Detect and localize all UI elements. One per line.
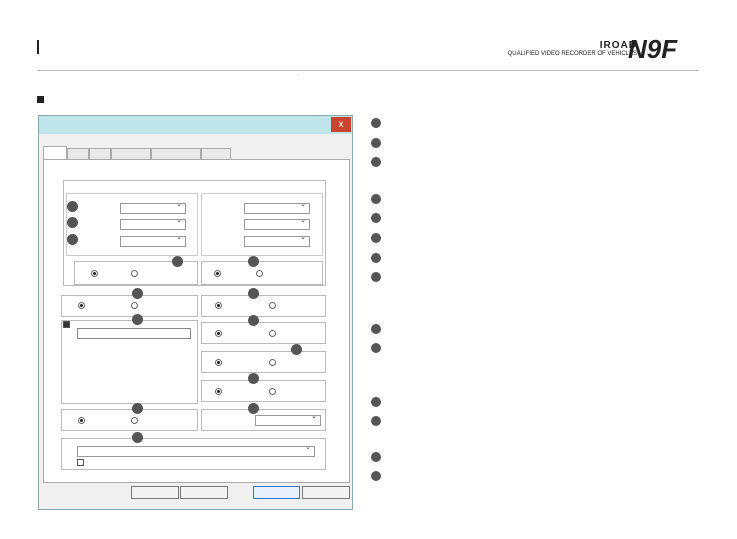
legend-badge [371,471,381,481]
legend-badge [371,213,381,223]
callout-badge [67,234,78,245]
option-g-radio-on[interactable] [215,388,222,395]
tiny-mark: · [298,73,300,79]
legend-badge [371,118,381,128]
option-c-radio-on[interactable] [78,302,85,309]
option-f-radio-off[interactable] [269,359,276,366]
rear-select-2[interactable] [244,216,310,230]
option-d-radio-on[interactable] [215,302,222,309]
rear-select-3[interactable] [244,233,310,247]
callout-badge [248,373,259,384]
front-select-3[interactable] [120,233,186,247]
option-a-radio-on[interactable] [91,270,98,277]
tab-6[interactable] [201,148,231,159]
option-c-radio-off[interactable] [131,302,138,309]
legend-badge [371,253,381,263]
option-h-radio-on[interactable] [78,417,85,424]
callout-badge [132,314,143,325]
header-divider [37,70,699,71]
callout-badge [172,256,183,267]
option-e-radio-on[interactable] [215,330,222,337]
callout-badge [132,432,143,443]
brand-tagline: QUALIFIED VIDEO RECORDER OF VEHICLES [507,51,637,57]
callout-badge [248,288,259,299]
list-enable-checkbox[interactable] [63,321,70,328]
option-d-radio-off[interactable] [269,302,276,309]
wide-select[interactable] [77,443,315,457]
legend-badge [371,233,381,243]
callout-badge [291,344,302,355]
legend-badge [371,194,381,204]
callout-badge [248,256,259,267]
option-h-radio-off[interactable] [131,417,138,424]
option-a-radio-off[interactable] [131,270,138,277]
option-e-radio-off[interactable] [269,330,276,337]
tab-2[interactable] [67,148,89,159]
callout-badge [67,217,78,228]
ok-button[interactable] [253,486,300,499]
settings-dialog: x [38,115,353,510]
legend-badge [371,272,381,282]
legend-badge [371,157,381,167]
legend-badge [371,397,381,407]
n9f-logo-icon: N9F [628,36,678,62]
tab-3[interactable] [89,148,111,159]
legend-badge [371,416,381,426]
legend-badge [371,452,381,462]
dialog-titlebar: x [39,116,352,134]
option-b-radio-off[interactable] [256,270,263,277]
rear-select-1[interactable] [244,200,310,214]
footer-button-2[interactable] [180,486,228,499]
logo-text: N9F [628,36,678,62]
callout-badge [248,403,259,414]
footer-button-1[interactable] [131,486,179,499]
legend-badge [371,343,381,353]
header-accent-bar [37,40,39,54]
callout-badge [67,201,78,212]
tab-1[interactable] [43,146,67,159]
front-select-1[interactable] [120,200,186,214]
option-b-radio-on[interactable] [214,270,221,277]
section-bullet-icon [37,96,44,103]
tab-panel [43,159,350,483]
callout-badge [248,315,259,326]
cancel-button[interactable] [302,486,350,499]
option-f-radio-on[interactable] [215,359,222,366]
legend-badge [371,138,381,148]
close-button[interactable]: x [331,117,351,132]
tab-4[interactable] [111,148,151,159]
list-spin-input[interactable] [77,328,191,339]
front-select-2[interactable] [120,216,186,230]
callout-badge [132,403,143,414]
option-g-radio-off[interactable] [269,388,276,395]
callout-badge [132,288,143,299]
legend-badge [371,324,381,334]
tab-5[interactable] [151,148,201,159]
wide-checkbox[interactable] [77,459,84,466]
option-i-select[interactable] [255,412,321,426]
